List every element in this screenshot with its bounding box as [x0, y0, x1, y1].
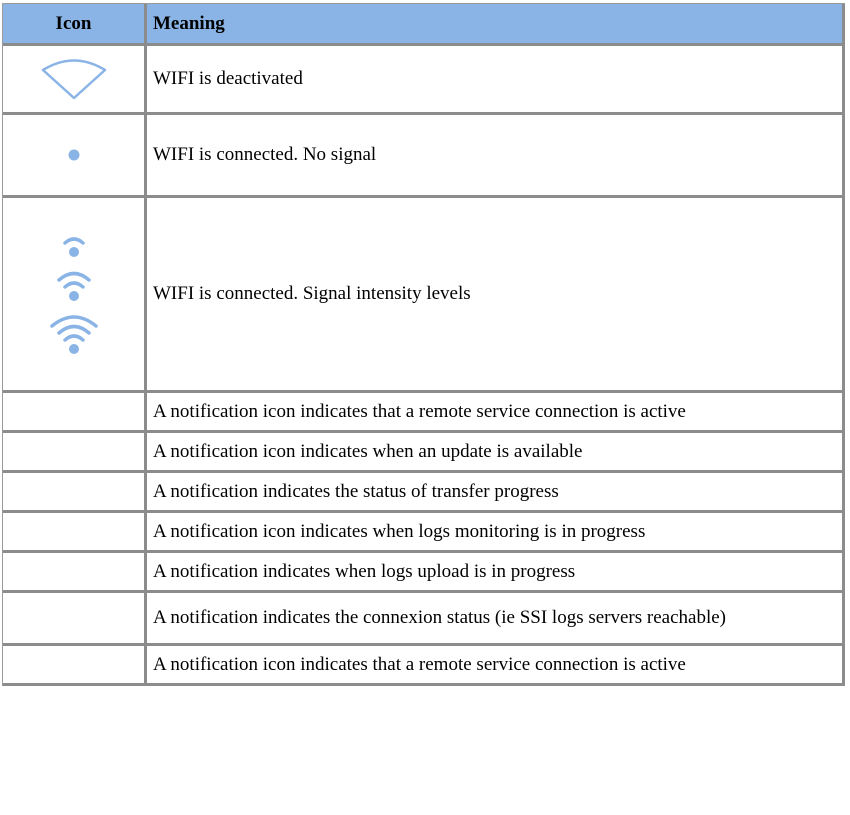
table-header-row: Icon Meaning — [3, 4, 845, 46]
meaning-cell: A notification indicates the connexion s… — [147, 593, 845, 646]
wifi-signal-medium-icon — [56, 271, 91, 301]
meaning-cell: A notification indicates the status of t… — [147, 473, 845, 513]
table-row: A notification icon indicates when an up… — [3, 433, 845, 473]
icon-cell-empty — [3, 433, 147, 473]
icon-cell-empty — [3, 593, 147, 646]
icon-cell-empty — [3, 393, 147, 433]
table-row: WIFI is connected. Signal intensity leve… — [3, 198, 845, 393]
meaning-cell: WIFI is connected. No signal — [147, 115, 845, 198]
wifi-no-signal-icon — [68, 149, 79, 161]
table-row: WIFI is connected. No signal — [3, 115, 845, 198]
meaning-cell: A notification icon indicates that a rem… — [147, 393, 845, 433]
icon-cell — [3, 46, 147, 115]
icon-cell — [3, 115, 147, 198]
table-row: A notification indicates when logs uploa… — [3, 553, 845, 593]
table-row: WIFI is deactivated — [3, 46, 845, 115]
table-row: A notification icon indicates when logs … — [3, 513, 845, 553]
meaning-cell: WIFI is connected. Signal intensity leve… — [147, 198, 845, 393]
icon-meaning-table: Icon Meaning WIFI is deactivated WIFI is… — [2, 3, 845, 686]
table-row: A notification icon indicates that a rem… — [3, 646, 845, 686]
wifi-signal-low-icon — [62, 237, 85, 257]
column-header-meaning: Meaning — [147, 4, 845, 46]
meaning-cell: WIFI is deactivated — [147, 46, 845, 115]
table-row: A notification indicates the status of t… — [3, 473, 845, 513]
column-header-icon: Icon — [3, 4, 147, 46]
wifi-signal-high-icon — [49, 315, 98, 354]
icon-cell — [3, 198, 147, 393]
wifi-deactivated-icon — [41, 59, 106, 100]
meaning-cell: A notification icon indicates when logs … — [147, 513, 845, 553]
icon-cell-empty — [3, 553, 147, 593]
meaning-cell: A notification indicates when logs uploa… — [147, 553, 845, 593]
table-row: A notification indicates the connexion s… — [3, 593, 845, 646]
meaning-cell: A notification icon indicates when an up… — [147, 433, 845, 473]
icon-cell-empty — [3, 513, 147, 553]
icon-cell-empty — [3, 473, 147, 513]
table-row: A notification icon indicates that a rem… — [3, 393, 845, 433]
icon-cell-empty — [3, 646, 147, 686]
meaning-cell: A notification icon indicates that a rem… — [147, 646, 845, 686]
